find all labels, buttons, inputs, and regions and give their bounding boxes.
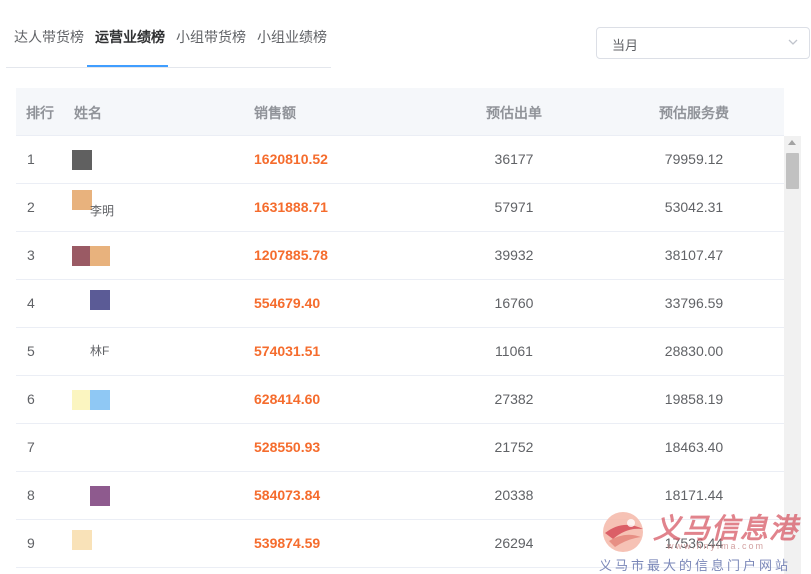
table-scrollbar[interactable] <box>784 136 801 574</box>
table-header: 排行 姓名 销售额 预估出单 预估服务费 <box>16 88 784 136</box>
orders-cell: 11061 <box>495 343 533 359</box>
period-select[interactable]: 当月 <box>596 27 810 59</box>
sales-cell: 584073.84 <box>254 487 321 503</box>
avatar <box>72 530 92 550</box>
rank-cell: 1 <box>27 151 35 167</box>
avatar <box>90 246 110 266</box>
table-row[interactable]: 1 1620810.52 36177 79959.12 <box>16 136 784 184</box>
scroll-thumb[interactable] <box>786 153 799 189</box>
sales-cell: 1631888.71 <box>254 199 328 215</box>
rank-cell: 4 <box>27 295 35 311</box>
orders-cell: 57971 <box>494 199 534 215</box>
table-row[interactable]: 7 528550.93 21752 18463.40 <box>16 424 784 472</box>
table-row[interactable]: 3 1207885.78 39932 38107.47 <box>16 232 784 280</box>
sales-cell: 554679.40 <box>254 295 321 311</box>
fee-cell: 79959.12 <box>664 151 724 167</box>
fee-cell: 33796.59 <box>664 295 724 311</box>
table-row[interactable]: 9 539874.59 26294 17536.44 <box>16 520 784 568</box>
orders-cell: 20338 <box>494 487 534 503</box>
table-row[interactable]: 4 554679.40 16760 33796.59 <box>16 280 784 328</box>
sales-cell: 1207885.78 <box>254 247 328 263</box>
header-sales: 销售额 <box>254 105 296 121</box>
fee-cell: 18171.44 <box>664 487 724 503</box>
orders-cell: 39932 <box>494 247 534 263</box>
avatar <box>90 290 110 310</box>
table-row[interactable]: 5 林F 574031.51 11061 28830.00 <box>16 328 784 376</box>
rank-cell: 7 <box>27 439 35 455</box>
orders-cell: 26294 <box>494 535 534 551</box>
name-cell: 林F <box>90 344 110 358</box>
tab-group-sales[interactable]: 小组带货榜 <box>176 27 246 47</box>
rank-cell: 6 <box>27 391 35 407</box>
avatar <box>90 390 110 410</box>
rank-cell: 9 <box>27 535 35 551</box>
sales-cell: 528550.93 <box>254 439 321 455</box>
active-tab-indicator <box>87 65 168 67</box>
table-row[interactable]: 8 584073.84 20338 18171.44 <box>16 472 784 520</box>
fee-cell: 53042.31 <box>664 199 724 215</box>
fee-cell: 28830.00 <box>664 343 724 359</box>
name-cell: 李明 <box>90 204 115 218</box>
rank-cell: 2 <box>27 199 35 215</box>
header-name: 姓名 <box>74 105 102 121</box>
avatar <box>90 486 110 506</box>
rank-cell: 5 <box>27 343 35 359</box>
header-fee: 预估服务费 <box>659 105 729 121</box>
ranking-tabs: 达人带货榜 运营业绩榜 小组带货榜 小组业绩榜 <box>6 0 331 68</box>
fee-cell: 18463.40 <box>664 439 724 455</box>
fee-cell: 17536.44 <box>664 535 724 551</box>
orders-cell: 27382 <box>494 391 534 407</box>
header-rank: 排行 <box>26 105 54 121</box>
scroll-up-arrow-icon[interactable] <box>788 140 796 145</box>
rank-cell: 8 <box>27 487 35 503</box>
fee-cell: 38107.47 <box>664 247 724 263</box>
table-row[interactable]: 2 李明 1631888.71 57971 53042.31 <box>16 184 784 232</box>
table-row[interactable]: 6 628414.60 27382 19858.19 <box>16 376 784 424</box>
period-select-value: 当月 <box>612 38 639 53</box>
ranking-table: 排行 姓名 销售额 预估出单 预估服务费 1 1620810.52 36177 799… <box>16 88 784 574</box>
sales-cell: 539874.59 <box>254 535 321 551</box>
header-orders: 预估出单 <box>486 105 542 121</box>
tab-operations-performance[interactable]: 运营业绩榜 <box>95 27 165 47</box>
tab-influencer-sales[interactable]: 达人带货榜 <box>14 27 84 47</box>
sales-cell: 628414.60 <box>254 391 321 407</box>
rank-cell: 3 <box>27 247 35 263</box>
orders-cell: 36177 <box>494 151 534 167</box>
chevron-down-icon <box>788 39 798 45</box>
avatar <box>72 246 92 266</box>
avatar <box>72 150 92 170</box>
sales-cell: 1620810.52 <box>254 151 328 167</box>
avatar <box>72 390 92 410</box>
orders-cell: 21752 <box>494 439 534 455</box>
sales-cell: 574031.51 <box>254 343 321 359</box>
avatar <box>72 190 92 210</box>
tab-group-performance[interactable]: 小组业绩榜 <box>257 27 327 47</box>
orders-cell: 16760 <box>494 295 534 311</box>
table-body: 1 1620810.52 36177 79959.12 2 李明 1631888.71 579… <box>16 136 784 568</box>
fee-cell: 19858.19 <box>664 391 724 407</box>
